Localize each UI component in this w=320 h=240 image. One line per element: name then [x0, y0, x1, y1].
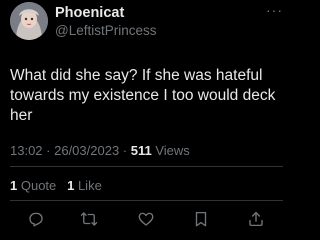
- reply-icon[interactable]: [25, 208, 47, 230]
- avatar[interactable]: [10, 2, 48, 40]
- quotes-stat[interactable]: 1 Quote: [10, 178, 56, 193]
- share-icon[interactable]: [245, 208, 267, 230]
- likes-stat[interactable]: 1 Like: [67, 178, 102, 193]
- bookmark-icon[interactable]: [190, 208, 212, 230]
- divider: [10, 166, 283, 167]
- tweet-meta: 13:02 · 26/03/2023 · 511 Views: [10, 143, 190, 158]
- tweet-date[interactable]: 26/03/2023: [54, 143, 119, 158]
- likes-label: Like: [74, 178, 102, 193]
- retweet-icon[interactable]: [78, 208, 100, 230]
- meta-separator: ·: [119, 143, 131, 158]
- author-handle[interactable]: @LeftistPrincess: [55, 23, 157, 38]
- views-count: 511: [130, 143, 152, 158]
- author-display-name[interactable]: Phoenicat: [55, 5, 124, 21]
- more-options-icon[interactable]: ···: [266, 2, 283, 18]
- tweet-stats: 1 Quote 1 Like: [10, 178, 102, 193]
- tweet-time[interactable]: 13:02: [10, 143, 43, 158]
- meta-separator: ·: [42, 143, 55, 158]
- action-bar: [0, 208, 293, 230]
- like-icon[interactable]: [135, 208, 157, 230]
- tweet-text: What did she say? If she was hateful tow…: [10, 67, 276, 124]
- views-label: Views: [151, 143, 190, 158]
- quotes-label: Quote: [17, 178, 57, 193]
- divider: [10, 200, 283, 201]
